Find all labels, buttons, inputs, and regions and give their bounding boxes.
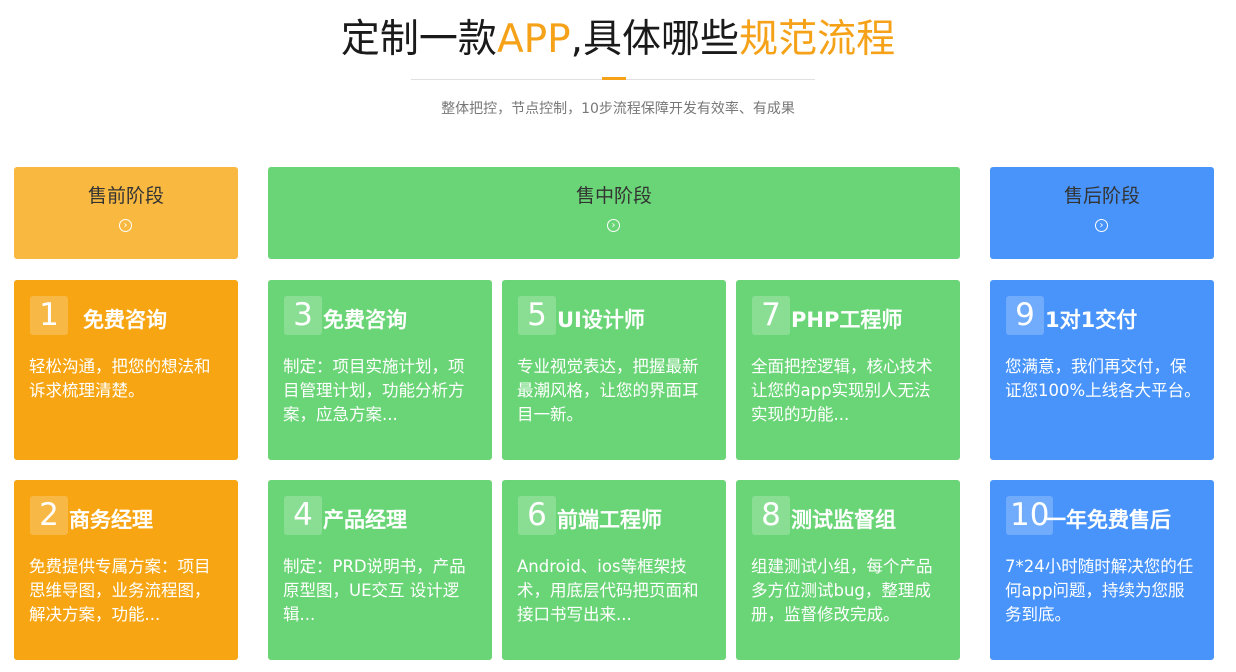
step-description: 免费提供专属方案：项目思维导图，业务流程图，解决方案，功能... [29, 557, 211, 624]
step-number: 7 [752, 296, 790, 335]
step-title: 测试监督组 [791, 508, 896, 532]
step-description: 7*24小时随时解决您的任何app问题，持续为您服务到底。 [1005, 557, 1194, 624]
title-text: 定制一款 [340, 17, 497, 62]
title-highlight-app: APP [496, 17, 571, 62]
step-card-5[interactable]: 5 UI设计师 专业视觉表达，把握最新最潮风格，让您的界面耳目一新。 [502, 280, 726, 460]
step-number: 2 [30, 496, 68, 535]
title-text: ,具体哪些 [570, 17, 740, 62]
page-title: 定制一款APP,具体哪些规范流程 [0, 14, 1236, 66]
step-description: 制定：PRD说明书，产品原型图，UE交互 设计逻辑... [283, 557, 466, 624]
step-title: UI设计师 [557, 308, 645, 332]
chevron-right-circle-icon: › [1095, 219, 1108, 232]
step-description: 组建测试小组，每个产品多方位测试bug，整理成册，监督修改完成。 [751, 557, 933, 624]
step-description: 全面把控逻辑，核心技术让您的app实现别人无法实现的功能... [751, 357, 933, 424]
step-number: 8 [752, 496, 790, 535]
step-card-9[interactable]: 9 1对1交付 您满意，我们再交付，保证您100%上线各大平台。 [990, 280, 1214, 460]
step-title: PHP工程师 [791, 308, 903, 332]
step-number: 5 [518, 296, 556, 335]
step-card-4[interactable]: 4 产品经理 制定：PRD说明书，产品原型图，UE交互 设计逻辑... [268, 480, 492, 660]
step-description: 轻松沟通，把您的想法和诉求梳理清楚。 [29, 357, 211, 400]
title-divider-accent [602, 77, 626, 80]
step-description: 专业视觉表达，把握最新最潮风格，让您的界面耳目一新。 [517, 357, 699, 424]
step-title: 前端工程师 [557, 508, 662, 532]
step-number: 9 [1006, 296, 1044, 335]
stage-label: 售前阶段 [87, 185, 164, 207]
stage-label: 售中阶段 [575, 185, 652, 207]
step-card-8[interactable]: 8 测试监督组 组建测试小组，每个产品多方位测试bug，整理成册，监督修改完成。 [736, 480, 960, 660]
stage-label: 售后阶段 [1063, 185, 1140, 207]
step-card-2[interactable]: 2 商务经理 免费提供专属方案：项目思维导图，业务流程图，解决方案，功能... [14, 480, 238, 660]
step-title: 一年免费售后 [1045, 508, 1171, 532]
step-number: 3 [284, 296, 322, 335]
step-number: 6 [518, 496, 556, 535]
step-title: 1对1交付 [1045, 308, 1138, 332]
chevron-right-circle-icon: › [119, 219, 132, 232]
step-title: 产品经理 [323, 508, 407, 532]
step-card-10[interactable]: 10 一年免费售后 7*24小时随时解决您的任何app问题，持续为您服务到底。 [990, 480, 1214, 660]
step-description: 您满意，我们再交付，保证您100%上线各大平台。 [1005, 357, 1201, 400]
stage-aftersale[interactable]: 售后阶段 › [990, 167, 1214, 259]
step-description: Android、ios等框架技术，用底层代码把页面和接口书写出来... [517, 557, 699, 624]
stage-presale[interactable]: 售前阶段 › [14, 167, 238, 259]
stage-insale[interactable]: 售中阶段 › [268, 167, 960, 259]
step-card-7[interactable]: 7 PHP工程师 全面把控逻辑，核心技术让您的app实现别人无法实现的功能... [736, 280, 960, 460]
title-highlight-process: 规范流程 [739, 17, 896, 62]
step-title: 免费咨询 [83, 308, 167, 332]
step-card-6[interactable]: 6 前端工程师 Android、ios等框架技术，用底层代码把页面和接口书写出来… [502, 480, 726, 660]
page-subtitle: 整体把控，节点控制，10步流程保障开发有效率、有成果 [441, 101, 795, 117]
step-title: 免费咨询 [323, 308, 407, 332]
chevron-right-circle-icon: › [607, 219, 620, 232]
step-card-1[interactable]: 1 免费咨询 轻松沟通，把您的想法和诉求梳理清楚。 [14, 280, 238, 460]
step-card-3[interactable]: 3 免费咨询 制定：项目实施计划，项目管理计划，功能分析方案，应急方案... [268, 280, 492, 460]
step-description: 制定：项目实施计划，项目管理计划，功能分析方案，应急方案... [283, 357, 465, 424]
step-number: 1 [30, 296, 68, 335]
step-number: 4 [284, 496, 322, 535]
step-title: 商务经理 [69, 508, 153, 532]
